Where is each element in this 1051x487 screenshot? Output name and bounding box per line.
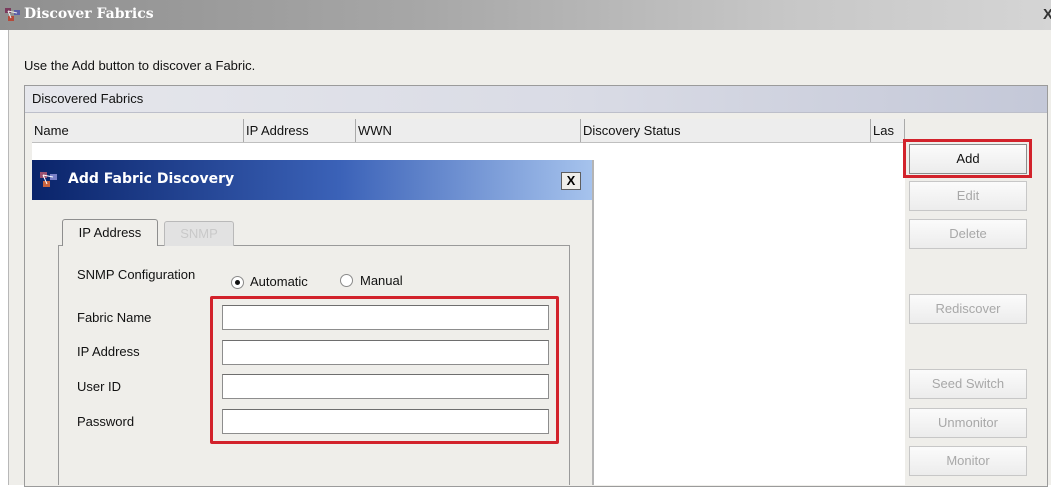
column-header-name[interactable]: Name xyxy=(32,119,244,142)
instruction-text: Use the Add button to discover a Fabric. xyxy=(24,58,256,73)
snmp-configuration-label: SNMP Configuration xyxy=(77,267,196,282)
delete-button[interactable]: Delete xyxy=(909,219,1027,249)
column-header-wwn[interactable]: WWN xyxy=(356,119,581,142)
password-label: Password xyxy=(77,414,135,429)
fields-highlight xyxy=(210,296,559,444)
column-header-discovery-status[interactable]: Discovery Status xyxy=(581,119,871,142)
table-header: Name IP Address WWN Discovery Status Las xyxy=(32,119,905,143)
fabric-app-icon xyxy=(5,8,20,21)
radio-manual[interactable] xyxy=(340,274,353,287)
dialog-title: Add Fabric Discovery xyxy=(68,171,235,187)
panel-header: Discovered Fabrics xyxy=(25,86,1047,113)
add-button-highlight xyxy=(903,139,1032,178)
close-icon[interactable]: X xyxy=(1043,6,1051,23)
ip-address-label: IP Address xyxy=(77,344,140,359)
user-id-label: User ID xyxy=(77,379,122,394)
edit-button[interactable]: Edit xyxy=(909,181,1027,211)
radio-manual-label[interactable]: Manual xyxy=(360,273,403,288)
fabric-app-icon xyxy=(40,172,57,187)
seed-switch-button[interactable]: Seed Switch xyxy=(909,369,1027,399)
tab-snmp[interactable]: SNMP xyxy=(164,221,234,246)
panel-title: Discovered Fabrics xyxy=(32,91,144,106)
radio-automatic[interactable] xyxy=(231,276,244,289)
window-titlebar: Discover Fabrics X xyxy=(0,0,1051,30)
rediscover-button[interactable]: Rediscover xyxy=(909,294,1027,324)
unmonitor-button[interactable]: Unmonitor xyxy=(909,408,1027,438)
radio-automatic-label[interactable]: Automatic xyxy=(250,274,308,289)
monitor-button[interactable]: Monitor xyxy=(909,446,1027,476)
column-header-ip-address[interactable]: IP Address xyxy=(244,119,356,142)
window-title: Discover Fabrics xyxy=(24,6,154,22)
fabric-name-label: Fabric Name xyxy=(77,310,152,325)
column-header-last[interactable]: Las xyxy=(871,119,905,142)
close-icon[interactable]: X xyxy=(561,172,581,190)
dialog-titlebar: Add Fabric Discovery X xyxy=(32,160,592,200)
tab-ip-address[interactable]: IP Address xyxy=(62,219,158,246)
